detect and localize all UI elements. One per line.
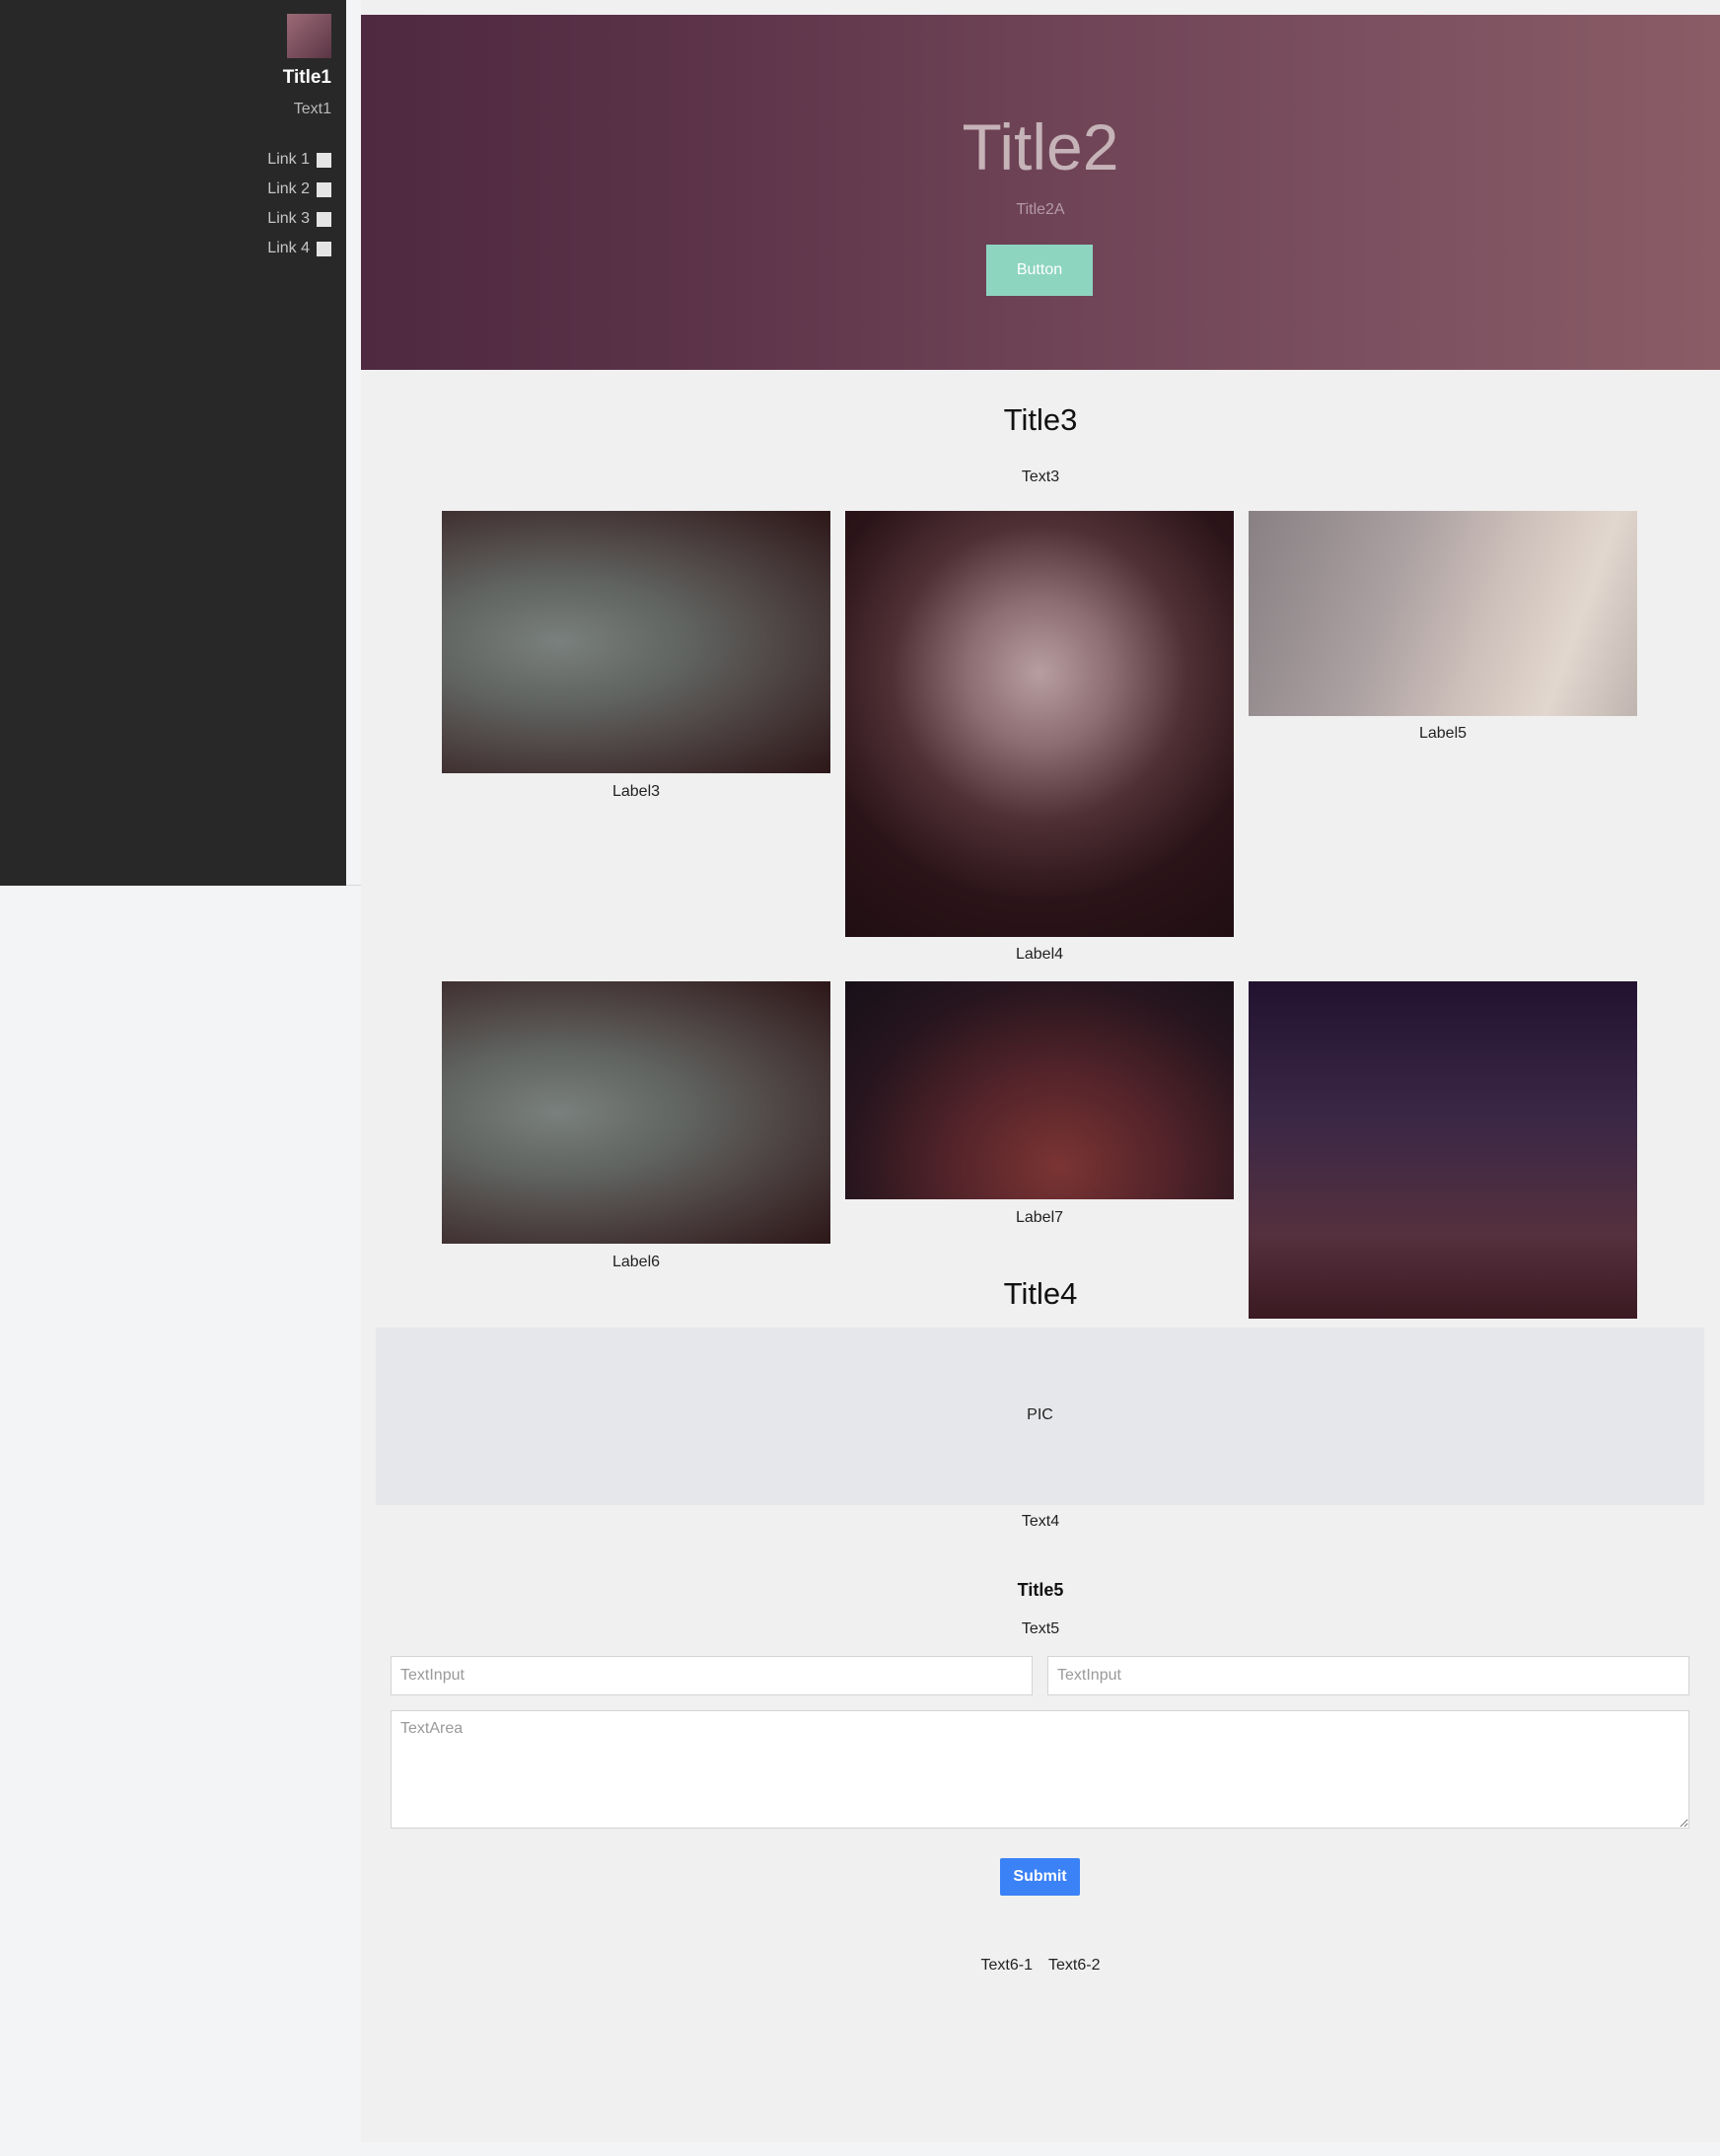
sidebar-nav: Link 1 Link 2 Link 3 Link 4 (267, 145, 331, 263)
hero-banner: Title2 Title2A Button (361, 15, 1720, 370)
sidebar-link-2[interactable]: Link 2 (267, 175, 331, 204)
gallery-card-label5[interactable]: Label5 (1249, 511, 1637, 742)
sidebar-link-4[interactable]: Link 4 (267, 234, 331, 263)
gallery-label: Label3 (611, 783, 661, 800)
form-text: Text5 (1021, 1620, 1060, 1637)
hero-button[interactable]: Button (986, 245, 1093, 296)
sidebar-title: Title1 (282, 67, 331, 88)
sidebar-text: Text1 (293, 101, 331, 117)
gallery-image (1249, 511, 1637, 716)
hero-title: Title2 (962, 110, 1119, 183)
sidebar-link-label: Link 2 (267, 180, 310, 197)
sidebar-link-3[interactable]: Link 3 (267, 204, 331, 234)
hero-subtitle: Title2A (1016, 201, 1065, 218)
sidebar-link-label: Link 1 (267, 151, 310, 168)
gallery-text: Text3 (1021, 468, 1060, 485)
link-square-icon (317, 241, 331, 256)
form-title: Title5 (1017, 1580, 1064, 1600)
gallery-label: Label6 (611, 1254, 661, 1270)
main-content: Title2 Title2A Button Title3 Text3 Label… (361, 0, 1720, 2142)
submit-button[interactable]: Submit (1000, 1858, 1080, 1896)
gallery-image (845, 511, 1234, 937)
footer-text-2: Text6-2 (1048, 1957, 1101, 1974)
gallery-card-label3[interactable]: Label3 (442, 511, 830, 800)
sidebar-link-1[interactable]: Link 1 (267, 145, 331, 175)
footer: Text6-1 Text6-2 (361, 1957, 1720, 1975)
message-textarea[interactable] (391, 1710, 1689, 1829)
footer-text-1: Text6-1 (980, 1957, 1033, 1974)
section4-text: Text4 (1021, 1513, 1060, 1530)
link-square-icon (317, 181, 331, 197)
gallery-card-unlabeled[interactable] (1249, 981, 1637, 1319)
section4-title: Title4 (1003, 1276, 1078, 1311)
gallery-image (442, 981, 830, 1244)
text-input-1[interactable] (391, 1656, 1033, 1695)
gallery-image (845, 981, 1234, 1199)
picture-label: PIC (1027, 1406, 1053, 1423)
gallery-card-label4[interactable]: Label4 (845, 511, 1234, 963)
gallery-label: Label5 (1418, 725, 1468, 742)
link-square-icon (317, 152, 331, 168)
picture-placeholder: PIC (376, 1328, 1704, 1505)
sidebar-link-label: Link 3 (267, 210, 310, 227)
gallery-image (1249, 981, 1637, 1319)
avatar (287, 14, 331, 58)
gallery-image (442, 511, 830, 773)
sidebar: Title1 Text1 Link 1 Link 2 Link 3 Link 4 (0, 0, 346, 886)
gallery-card-label6[interactable]: Label6 (442, 981, 830, 1270)
sidebar-link-label: Link 4 (267, 240, 310, 256)
gallery-title: Title3 (1003, 402, 1078, 437)
link-square-icon (317, 211, 331, 227)
gallery-label: Label4 (1015, 946, 1064, 963)
gallery-card-label7[interactable]: Label7 (845, 981, 1234, 1226)
text-input-2[interactable] (1047, 1656, 1689, 1695)
gallery-label: Label7 (1015, 1209, 1064, 1226)
